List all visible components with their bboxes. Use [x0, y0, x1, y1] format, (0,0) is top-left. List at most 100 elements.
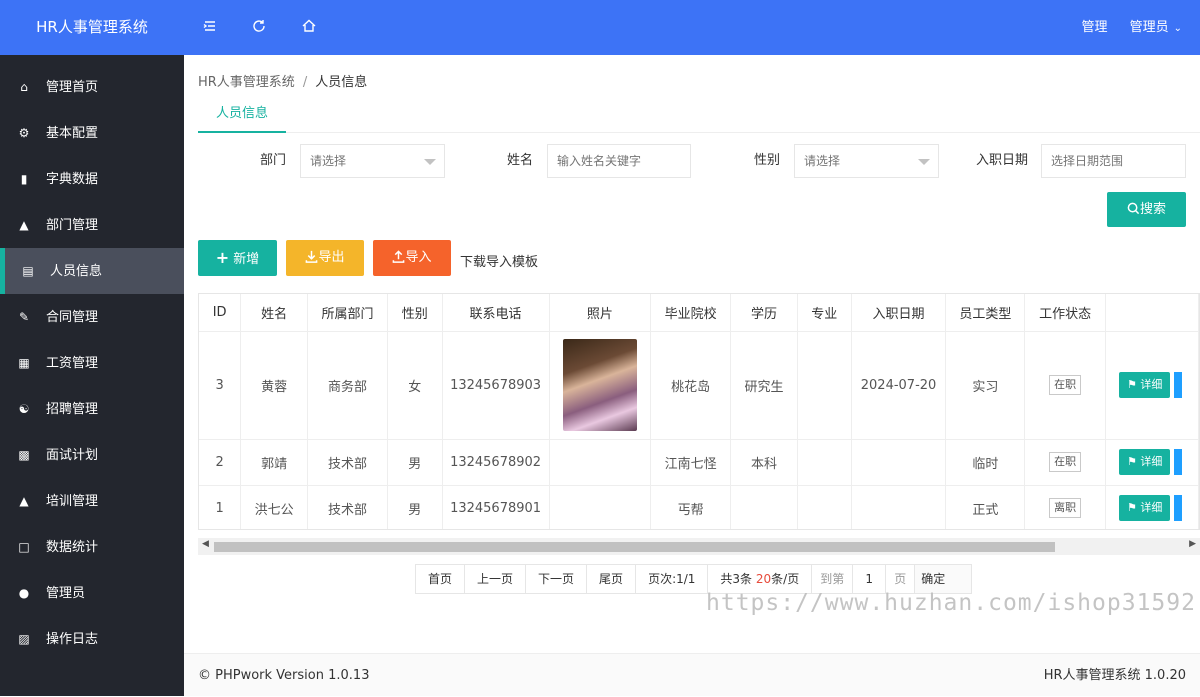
home-icon[interactable]: [299, 18, 319, 38]
calculator-icon: ▦: [18, 356, 30, 370]
column-header: 联系电话: [442, 294, 550, 332]
sidebar-item[interactable]: ▲ 部门管理: [0, 202, 184, 248]
table-cell: [797, 485, 852, 529]
tab-person-info[interactable]: 人员信息: [198, 99, 286, 133]
sidebar-item-label: 人员信息: [50, 264, 103, 279]
table-cell: 2: [199, 439, 242, 486]
table-cell: 研究生: [730, 331, 798, 440]
sidebar-item[interactable]: ▩ 面试计划: [0, 432, 184, 478]
employee-photo[interactable]: [562, 339, 637, 431]
confirm-page-button[interactable]: 确定: [914, 565, 972, 593]
breadcrumb-root[interactable]: HR人事管理系统: [198, 75, 295, 90]
sidebar-item[interactable]: ▮ 字典数据: [0, 156, 184, 202]
table-cell: [851, 439, 947, 486]
dept-select[interactable]: 请选择: [300, 144, 445, 178]
photo-cell: [549, 331, 652, 440]
export-button[interactable]: 导出: [286, 240, 364, 276]
scroll-right-arrow-icon[interactable]: ▶: [1189, 539, 1196, 549]
total-count-prefix: 共3条: [720, 572, 753, 586]
sidebar-item-label: 工资管理: [46, 356, 99, 371]
date-range-input[interactable]: 选择日期范围: [1041, 144, 1186, 178]
detail-button[interactable]: ⚑ 详细: [1119, 449, 1171, 476]
table-cell: 1: [199, 485, 242, 529]
table-header-row: ID 姓名 所属部门 性别 联系电话 照片 毕业院校 学历 专业 入职日期 员工类型 工作状态: [199, 294, 1199, 332]
more-action-button[interactable]: [1174, 448, 1183, 475]
name-input-placeholder: 输入姓名关键字: [557, 154, 642, 168]
watermark: https://www.huzhan.com/ishop31592: [706, 590, 1196, 616]
table-cell: 13245678901: [442, 485, 550, 529]
search-button[interactable]: 搜索: [1107, 192, 1186, 227]
book-icon: ▮: [20, 172, 28, 186]
table-cell: 女: [387, 331, 443, 440]
last-page-button[interactable]: 尾页: [587, 565, 637, 593]
detail-button[interactable]: ⚑ 详细: [1119, 495, 1171, 522]
table-row: 2 郭靖 技术部男 13245678902 江南七怪 本科 临时 在职 ⚑ 详细: [199, 439, 1199, 486]
refresh-icon[interactable]: [249, 18, 269, 38]
log-icon: ▨: [18, 632, 30, 646]
sidebar-item-label: 数据统计: [46, 540, 99, 555]
edit-icon: ✎: [18, 310, 30, 324]
date-label: 入职日期: [975, 153, 1028, 168]
import-button[interactable]: 导入: [373, 240, 451, 276]
table-cell: 桃花岛: [650, 331, 732, 440]
column-header: 毕业院校: [650, 294, 732, 332]
sidebar-item-label: 管理员: [46, 586, 86, 601]
status-cell: 在职: [1024, 439, 1107, 486]
table-cell: 江南七怪: [650, 439, 732, 486]
footer-version: HR人事管理系统 1.0.20: [1043, 668, 1186, 683]
photo-cell: [549, 485, 652, 529]
table-cell: 13245678902: [442, 439, 550, 486]
sidebar-item[interactable]: ⌂ 管理首页: [0, 64, 184, 110]
horizontal-scrollbar[interactable]: ◀ ▶: [198, 538, 1200, 555]
download-template-link[interactable]: 下载导入模板: [460, 251, 538, 270]
export-button-label: 导出: [318, 250, 345, 265]
detail-button[interactable]: ⚑ 详细: [1119, 372, 1171, 399]
goto-label: 到第: [820, 572, 845, 586]
name-input[interactable]: 输入姓名关键字: [547, 144, 691, 178]
app-brand[interactable]: HR人事管理系统: [0, 0, 184, 55]
table-cell: 2024-07-20: [851, 331, 947, 440]
manage-link[interactable]: 管理: [1081, 20, 1107, 35]
gender-select[interactable]: 请选择: [794, 144, 939, 178]
search-button-label: 搜索: [1139, 202, 1166, 217]
sidebar-item[interactable]: □ 数据统计: [0, 524, 184, 570]
table-cell: 男: [387, 485, 443, 529]
table-cell: 技术部: [307, 485, 388, 529]
gear-icon: ⚙: [18, 126, 30, 140]
prev-page-button[interactable]: 上一页: [465, 565, 527, 593]
sidebar-item-label: 招聘管理: [46, 402, 99, 417]
page-number-input[interactable]: 1: [852, 565, 887, 593]
table-row: 1 洪七公 技术部男 13245678901 丐帮 正式 离职 ⚑ 详细: [199, 485, 1199, 529]
sidebar-item[interactable]: ⚙ 基本配置: [0, 110, 184, 156]
scrollbar-thumb[interactable]: [214, 542, 1055, 552]
more-action-button[interactable]: [1174, 371, 1183, 398]
sidebar-item[interactable]: ☯ 招聘管理: [0, 386, 184, 432]
sidebar-item[interactable]: ▦ 工资管理: [0, 340, 184, 386]
column-header: 照片: [549, 294, 652, 332]
sidebar-item[interactable]: ▤ 人员信息: [0, 248, 184, 294]
sidebar-item[interactable]: ▲ 培训管理: [0, 478, 184, 524]
detail-button-label: 详细: [1140, 378, 1163, 392]
add-button[interactable]: + 新增: [198, 240, 277, 276]
page-indicator: 页次:1/1: [636, 565, 709, 593]
status-cell: 离职: [1024, 485, 1107, 529]
more-action-button[interactable]: [1174, 494, 1183, 521]
footer: © PHPwork Version 1.0.13 HR人事管理系统 1.0.20: [184, 653, 1200, 696]
sidebar-item[interactable]: ✎ 合同管理: [0, 294, 184, 340]
sidebar-item-label: 基本配置: [46, 126, 99, 141]
menu-collapse-icon[interactable]: [200, 18, 220, 38]
scroll-left-arrow-icon[interactable]: ◀: [202, 539, 209, 549]
next-page-button[interactable]: 下一页: [526, 565, 588, 593]
table-cell: 实习: [945, 331, 1026, 440]
action-cell: ⚑ 详细: [1105, 439, 1199, 486]
user-name: 管理员: [1129, 20, 1169, 35]
search-icon: [1127, 202, 1140, 217]
sidebar-item[interactable]: ● 管理员: [0, 570, 184, 616]
top-header: HR人事管理系统 管理 管理员 ⌄: [0, 0, 1200, 55]
first-page-button[interactable]: 首页: [416, 565, 466, 593]
sidebar-item[interactable]: ▨ 操作日志: [0, 616, 184, 662]
column-header: [1105, 294, 1199, 332]
table-cell: 临时: [945, 439, 1026, 486]
sidebar-item-label: 操作日志: [46, 632, 99, 647]
user-menu[interactable]: 管理员 ⌄: [1130, 20, 1182, 35]
